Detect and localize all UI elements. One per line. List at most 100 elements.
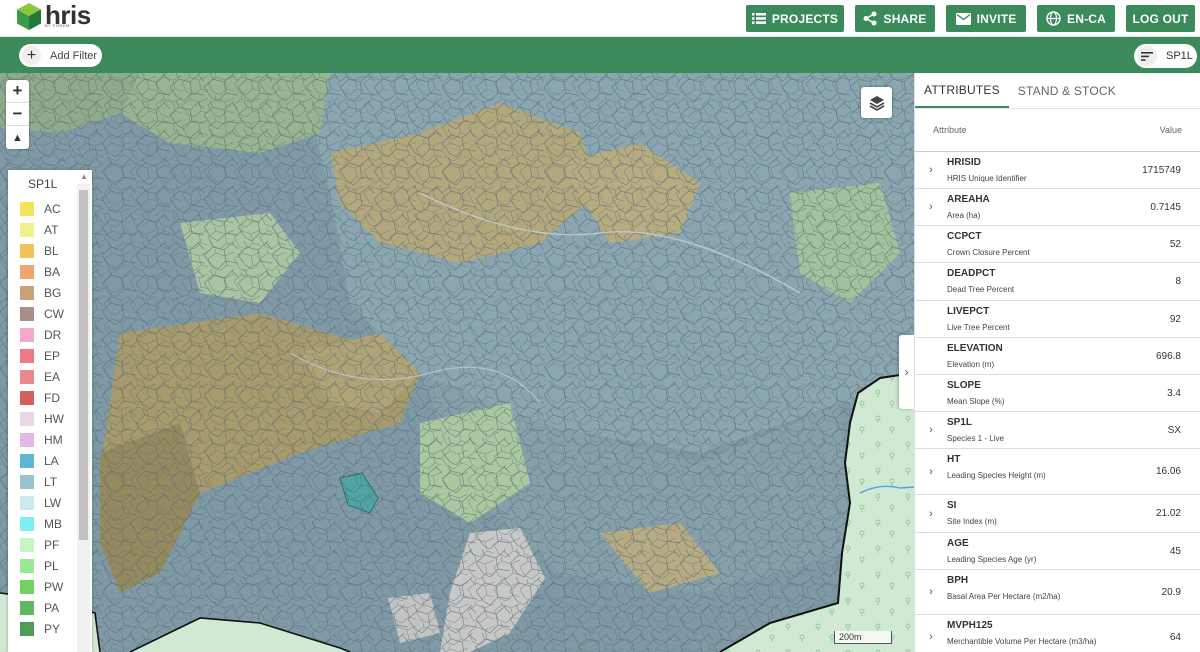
attribute-panel: ATTRIBUTES STAND & STOCK Attribute Value… bbox=[914, 73, 1200, 652]
attribute-description: Crown Closure Percent bbox=[947, 248, 1030, 257]
reset-north-button[interactable]: ▲ bbox=[6, 126, 29, 149]
attribute-row[interactable]: › BPH Basal Area Per Hectare (m2/ha) 20.9 bbox=[915, 570, 1200, 615]
legend-label: CW bbox=[44, 306, 64, 321]
legend-swatch bbox=[20, 369, 34, 384]
legend-swatch bbox=[20, 201, 34, 216]
chevron-right-icon[interactable]: › bbox=[915, 152, 947, 188]
legend-swatch bbox=[20, 264, 34, 279]
attribute-row[interactable]: › SP1L Species 1 - Live SX bbox=[915, 412, 1200, 449]
panel-tabs: ATTRIBUTES STAND & STOCK bbox=[915, 73, 1200, 109]
attribute-value: 20.9 bbox=[1161, 586, 1181, 598]
legend-label: LT bbox=[44, 474, 58, 489]
attribute-description: Mean Slope (%) bbox=[947, 397, 1005, 406]
add-filter-button[interactable]: + Add Filter bbox=[19, 44, 102, 67]
attribute-names: MVPH125 Merchantible Volume Per Hectare (… bbox=[947, 615, 1130, 652]
layer-chip[interactable]: SP1L bbox=[1134, 44, 1197, 68]
attribute-row[interactable]: › HT Leading Species Height (m) 16.06 bbox=[915, 449, 1200, 495]
attribute-description: HRIS Unique Identifier bbox=[947, 174, 1027, 183]
logo-subtext: BY FOREM bbox=[45, 23, 70, 28]
attribute-value: 21.02 bbox=[1155, 508, 1181, 519]
attribute-row[interactable]: › HRISID HRIS Unique Identifier 1715749 bbox=[915, 152, 1200, 189]
attribute-row: DEADPCT Dead Tree Percent 8 bbox=[915, 263, 1200, 301]
row-spacer bbox=[915, 301, 947, 337]
legend-swatch bbox=[20, 600, 34, 615]
chevron-right-icon[interactable]: › bbox=[915, 570, 947, 614]
share-icon bbox=[863, 11, 877, 26]
chevron-right-icon[interactable]: › bbox=[915, 449, 947, 494]
attribute-row[interactable]: › AREAHA Area (ha) 0.7145 bbox=[915, 189, 1200, 226]
zoom-in-button[interactable]: + bbox=[6, 80, 29, 103]
attribute-name: DEADPCT bbox=[947, 268, 996, 279]
zoom-controls: + − ▲ bbox=[6, 80, 29, 149]
attribute-value: 16.06 bbox=[1155, 466, 1181, 477]
chevron-right-icon[interactable]: › bbox=[915, 189, 947, 225]
attribute-names: SLOPE Mean Slope (%) bbox=[947, 375, 1130, 411]
tab-stand-stock[interactable]: STAND & STOCK bbox=[1009, 73, 1125, 108]
projects-button[interactable]: PROJECTS bbox=[746, 5, 844, 32]
legend-swatch bbox=[20, 537, 34, 552]
share-button[interactable]: SHARE bbox=[855, 5, 935, 32]
attribute-names: CCPCT Crown Closure Percent bbox=[947, 226, 1130, 262]
cube-logo-icon bbox=[17, 3, 41, 30]
scroll-up-icon[interactable]: ▲ bbox=[80, 172, 88, 181]
logout-button[interactable]: LOG OUT bbox=[1126, 5, 1195, 32]
attribute-name: ELEVATION bbox=[947, 343, 1003, 354]
globe-icon bbox=[1046, 11, 1061, 26]
attribute-names: SP1L Species 1 - Live bbox=[947, 412, 1130, 448]
invite-button[interactable]: INVITE bbox=[946, 5, 1026, 32]
layer-chip-label: SP1L bbox=[1166, 50, 1193, 62]
attribute-description: Merchantible Volume Per Hectare (m3/ha) bbox=[947, 637, 1097, 646]
collapse-panel-button[interactable]: › bbox=[899, 335, 914, 409]
map-canvas[interactable] bbox=[0, 73, 914, 652]
legend-label: EP bbox=[44, 348, 61, 363]
attribute-description: Species 1 - Live bbox=[947, 434, 1004, 443]
attribute-value: 92 bbox=[1169, 313, 1181, 325]
attribute-row[interactable]: › MVPH125 Merchantible Volume Per Hectare … bbox=[915, 615, 1200, 652]
legend-swatch bbox=[20, 306, 34, 321]
legend-scrollbar[interactable] bbox=[77, 184, 90, 652]
legend-swatch bbox=[20, 411, 34, 426]
language-button[interactable]: EN-CA bbox=[1037, 5, 1115, 32]
legend-label: PW bbox=[44, 579, 64, 594]
attribute-value: 3.4 bbox=[1167, 387, 1181, 399]
attribute-value: 0.7145 bbox=[1150, 201, 1181, 213]
legend-scrollbar-thumb[interactable] bbox=[79, 190, 88, 540]
row-spacer bbox=[915, 533, 947, 569]
attribute-names: AREAHA Area (ha) bbox=[947, 189, 1130, 225]
tab-attributes[interactable]: ATTRIBUTES bbox=[915, 73, 1009, 108]
filter-bar bbox=[0, 37, 1200, 73]
logout-label: LOG OUT bbox=[1132, 11, 1189, 26]
map-view[interactable] bbox=[0, 73, 914, 652]
legend-swatch bbox=[20, 558, 34, 573]
attribute-row[interactable]: › SI Site Index (m) 21.02 bbox=[915, 495, 1200, 533]
chevron-right-icon[interactable]: › bbox=[915, 615, 947, 652]
legend-swatch bbox=[20, 390, 34, 405]
legend-swatch bbox=[20, 495, 34, 510]
layers-button[interactable] bbox=[861, 87, 892, 118]
legend-swatch bbox=[20, 222, 34, 237]
attribute-name: SP1L bbox=[947, 417, 973, 428]
plus-icon: + bbox=[22, 46, 41, 65]
attribute-names: HRISID HRIS Unique Identifier bbox=[947, 152, 1130, 188]
legend-label: EA bbox=[44, 369, 61, 384]
legend-label: PF bbox=[44, 537, 60, 552]
attribute-name: MVPH125 bbox=[947, 620, 993, 631]
legend-label: DR bbox=[44, 327, 62, 342]
legend-swatch bbox=[20, 621, 34, 636]
attribute-names: DEADPCT Dead Tree Percent bbox=[947, 263, 1130, 300]
invite-label: INVITE bbox=[976, 11, 1017, 26]
add-filter-label: Add Filter bbox=[50, 49, 98, 62]
chevron-right-icon[interactable]: › bbox=[915, 412, 947, 448]
attribute-row: LIVEPCT Live Tree Percent 92 bbox=[915, 301, 1200, 338]
chevron-right-icon[interactable]: › bbox=[915, 495, 947, 532]
row-spacer bbox=[915, 375, 947, 411]
legend-label: FD bbox=[44, 390, 60, 405]
attribute-name: HRISID bbox=[947, 157, 981, 168]
scale-bar: 200m bbox=[834, 631, 892, 644]
legend-label: LW bbox=[44, 495, 62, 510]
chevron-right-icon: › bbox=[904, 365, 909, 379]
legend-label: BL bbox=[44, 243, 59, 258]
attribute-name: LIVEPCT bbox=[947, 306, 990, 317]
attribute-name: BPH bbox=[947, 575, 969, 586]
zoom-out-button[interactable]: − bbox=[6, 103, 29, 126]
